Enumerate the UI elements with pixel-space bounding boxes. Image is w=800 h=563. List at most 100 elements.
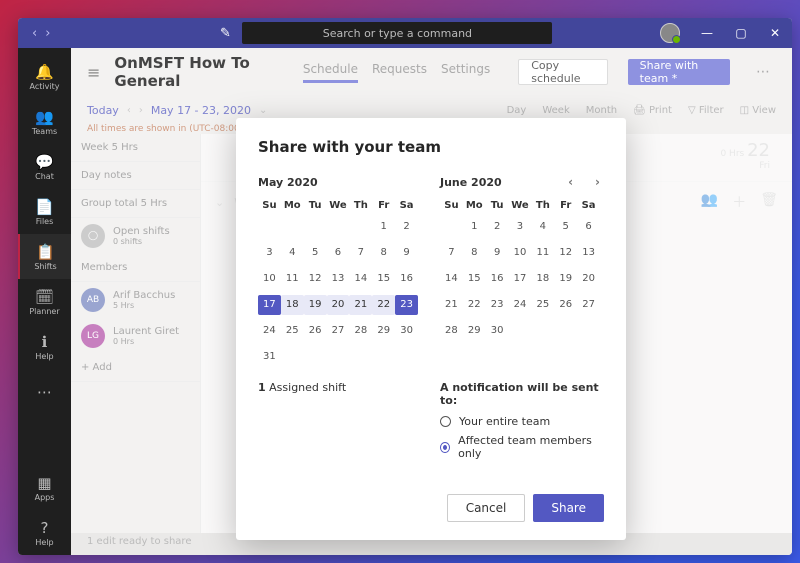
rail-more[interactable]: ⋯ <box>18 369 71 414</box>
calendar-day[interactable]: 3 <box>258 243 281 263</box>
calendar-day[interactable]: 28 <box>349 321 372 341</box>
rail-planner[interactable]: 🗓Planner <box>18 279 71 324</box>
calendar-day[interactable]: 22 <box>372 295 395 315</box>
copy-schedule-button[interactable]: Copy schedule <box>518 59 607 85</box>
calendar-day[interactable]: 23 <box>395 295 418 315</box>
calendar-day[interactable]: 29 <box>463 321 486 341</box>
close-icon[interactable]: ✕ <box>758 18 792 48</box>
member-arif[interactable]: ABArif Bacchus5 Hrs <box>71 282 200 318</box>
calendar-day[interactable]: 27 <box>577 295 600 315</box>
more-options-icon[interactable]: ⋯ <box>750 64 776 80</box>
avatar[interactable] <box>660 23 680 43</box>
calendar-day[interactable]: 7 <box>440 243 463 263</box>
rail-help2[interactable]: ?Help <box>18 510 71 555</box>
calendar-day[interactable]: 25 <box>531 295 554 315</box>
calendar-day[interactable]: 23 <box>486 295 509 315</box>
calendar-day[interactable]: 24 <box>509 295 532 315</box>
minimize-icon[interactable]: — <box>690 18 724 48</box>
rail-apps[interactable]: ▦Apps <box>18 465 71 510</box>
calendar-day[interactable]: 21 <box>349 295 372 315</box>
calendar-day[interactable]: 3 <box>509 217 532 237</box>
calendar-day[interactable]: 27 <box>327 321 350 341</box>
calendar-day[interactable]: 11 <box>531 243 554 263</box>
calendar-day[interactable]: 24 <box>258 321 281 341</box>
calendar-day[interactable]: 11 <box>281 269 304 289</box>
calendar-day[interactable]: 15 <box>372 269 395 289</box>
calendar-day[interactable]: 18 <box>281 295 304 315</box>
nav-back-icon[interactable]: ‹ <box>32 26 37 41</box>
rail-shifts[interactable]: 📋Shifts <box>18 234 71 279</box>
calendar-day[interactable]: 2 <box>395 217 418 237</box>
print-button[interactable]: 🖨 Print <box>633 105 672 116</box>
rail-chat[interactable]: 💬Chat <box>18 144 71 189</box>
calendar-day[interactable]: 15 <box>463 269 486 289</box>
calendar-day[interactable]: 1 <box>372 217 395 237</box>
calendar-day[interactable]: 19 <box>554 269 577 289</box>
calendar-day[interactable]: 4 <box>531 217 554 237</box>
tab-requests[interactable]: Requests <box>372 62 427 83</box>
tab-schedule[interactable]: Schedule <box>303 62 358 83</box>
hamburger-icon[interactable]: ≡ <box>87 63 100 82</box>
maximize-icon[interactable]: ▢ <box>724 18 758 48</box>
calendar-day[interactable]: 29 <box>372 321 395 341</box>
compose-icon[interactable]: ✎ <box>214 26 236 41</box>
rail-help[interactable]: ℹHelp <box>18 324 71 369</box>
calendar-day[interactable]: 26 <box>304 321 327 341</box>
view-button[interactable]: ◫ View <box>740 105 776 116</box>
calendar-day[interactable]: 14 <box>349 269 372 289</box>
filter-button[interactable]: ▽ Filter <box>688 105 724 116</box>
calendar-day[interactable]: 10 <box>509 243 532 263</box>
calendar-day[interactable]: 25 <box>281 321 304 341</box>
calendar-day[interactable]: 1 <box>463 217 486 237</box>
search-input[interactable]: Search or type a command <box>242 22 552 44</box>
calendar-day[interactable]: 20 <box>327 295 350 315</box>
calendar-day[interactable]: 31 <box>258 347 281 367</box>
rail-teams[interactable]: 👥Teams <box>18 99 71 144</box>
calendar-day[interactable]: 16 <box>395 269 418 289</box>
calendar-day[interactable]: 9 <box>395 243 418 263</box>
calendar-day[interactable]: 26 <box>554 295 577 315</box>
calendar-day[interactable]: 6 <box>327 243 350 263</box>
calendar-day[interactable]: 30 <box>395 321 418 341</box>
today-link[interactable]: Today <box>87 104 119 117</box>
open-shifts[interactable]: ◯Open shifts0 shifts <box>71 218 200 254</box>
calendar-day[interactable]: 8 <box>463 243 486 263</box>
prev-week-icon[interactable]: ‹ <box>127 105 131 116</box>
calendar-day[interactable]: 2 <box>486 217 509 237</box>
calendar-day[interactable]: 12 <box>554 243 577 263</box>
view-week[interactable]: Week <box>542 105 569 116</box>
calendar-day[interactable]: 4 <box>281 243 304 263</box>
calendar-day[interactable]: 7 <box>349 243 372 263</box>
view-day[interactable]: Day <box>507 105 527 116</box>
calendar-day[interactable]: 13 <box>327 269 350 289</box>
calendar-day[interactable]: 5 <box>304 243 327 263</box>
cancel-button[interactable]: Cancel <box>447 494 526 522</box>
calendar-day[interactable]: 8 <box>372 243 395 263</box>
calendar-day[interactable]: 21 <box>440 295 463 315</box>
calendar-day[interactable]: 14 <box>440 269 463 289</box>
rail-activity[interactable]: 🔔Activity <box>18 54 71 99</box>
calendar-day[interactable]: 22 <box>463 295 486 315</box>
calendar-day[interactable]: 13 <box>577 243 600 263</box>
member-laurent[interactable]: LGLaurent Giret0 Hrs <box>71 318 200 354</box>
calendar-day[interactable]: 6 <box>577 217 600 237</box>
radio-entire-team[interactable]: Your entire team <box>440 415 604 428</box>
next-week-icon[interactable]: › <box>139 105 143 116</box>
calendar-day[interactable]: 5 <box>554 217 577 237</box>
calendar-day[interactable]: 17 <box>258 295 281 315</box>
share-with-team-button[interactable]: Share with team * <box>628 59 730 85</box>
share-button[interactable]: Share <box>533 494 604 522</box>
nav-forward-icon[interactable]: › <box>45 26 50 41</box>
calendar-day[interactable]: 19 <box>304 295 327 315</box>
date-range[interactable]: May 17 - 23, 2020 <box>151 104 251 117</box>
calendar-day[interactable]: 10 <box>258 269 281 289</box>
calendar-day[interactable]: 20 <box>577 269 600 289</box>
prev-month-icon[interactable]: ‹ <box>568 175 573 189</box>
rail-files[interactable]: 📄Files <box>18 189 71 234</box>
view-month[interactable]: Month <box>586 105 617 116</box>
calendar-day[interactable]: 28 <box>440 321 463 341</box>
radio-affected-only[interactable]: Affected team members only <box>440 434 604 460</box>
calendar-day[interactable]: 12 <box>304 269 327 289</box>
tab-settings[interactable]: Settings <box>441 62 490 83</box>
calendar-day[interactable]: 18 <box>531 269 554 289</box>
